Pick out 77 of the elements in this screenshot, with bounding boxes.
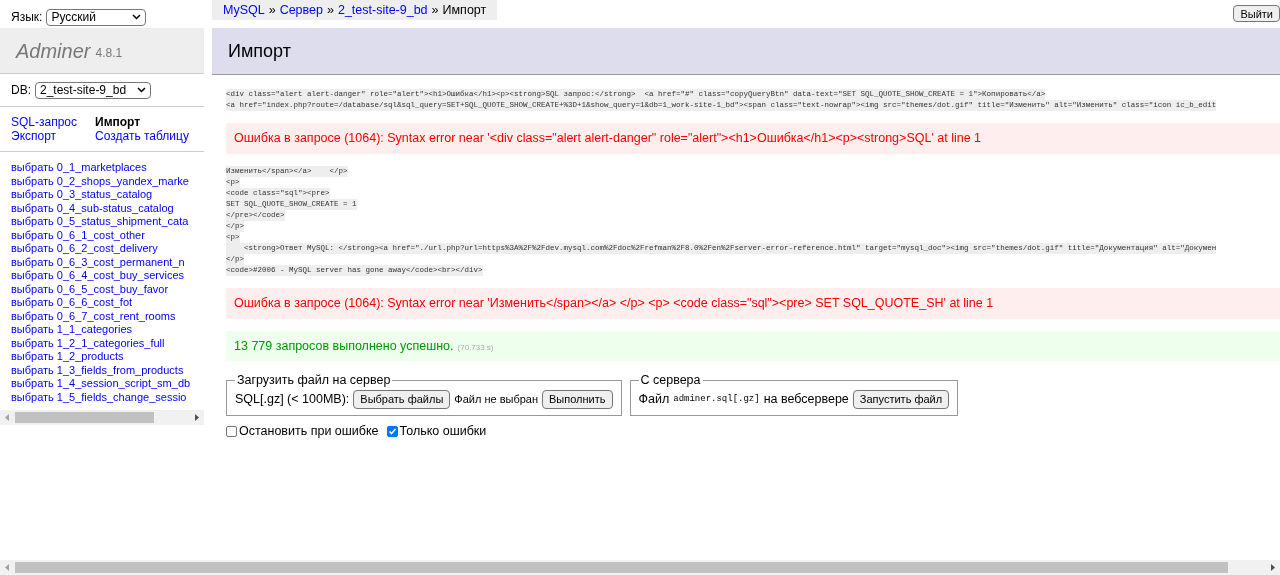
select-link[interactable]: выбрать [11, 309, 54, 323]
version-text: 4.8.1 [95, 44, 123, 62]
logout-button[interactable]: Выйти [1233, 5, 1280, 22]
table-link[interactable]: 0_5_status_shipment_cata [56, 215, 189, 229]
table-link[interactable]: 0_6_3_cost_permanent_n [56, 255, 185, 269]
table-link[interactable]: 0_6_1_cost_other [56, 228, 145, 242]
checkbox-label: Только ошибки [399, 423, 487, 440]
breadcrumb-separator: » [268, 1, 276, 19]
nav-link[interactable]: SQL-запрос [11, 115, 78, 129]
page-scrollbar[interactable] [0, 560, 1280, 575]
elapsed-time: (70.733 s) [457, 341, 494, 354]
sidebar-scrollbar[interactable] [0, 410, 204, 425]
nav-link[interactable]: Импорт [95, 115, 189, 129]
table-link[interactable]: 0_3_status_catalog [56, 188, 153, 202]
no-file-text: Файл не выбран [454, 392, 538, 408]
file-suffix-text: на вебсервере [763, 391, 849, 409]
table-link[interactable]: 0_6_4_cost_buy_services [56, 269, 185, 283]
table-link[interactable]: 0_6_5_cost_buy_favor [56, 282, 169, 296]
chevron-icon [132, 14, 142, 20]
nav-link[interactable]: Экспорт [11, 129, 78, 143]
db-label: DB: [11, 82, 31, 99]
select-link[interactable]: выбрать [11, 269, 54, 283]
table-link[interactable]: 1_5_fields_change_sessio [56, 390, 187, 404]
run-file-button[interactable]: Запустить файл [852, 390, 950, 409]
breadcrumb-link[interactable]: 2_test-site-9_bd [337, 0, 428, 20]
checkbox-label: Остановить при ошибке [239, 423, 379, 440]
breadcrumb-link[interactable]: MySQL [223, 0, 265, 20]
file-name: adminer.sql[.gz] [673, 392, 760, 406]
chevron-icon [137, 87, 146, 93]
error-message: Ошибка в запросе (1064): Syntax error near 'Изменить</span></a> </p> <p> <code class="sql"><pre> SET SQL_QUOTE_SH' at line 1 [226, 287, 1280, 319]
checkbox[interactable] [226, 425, 237, 437]
language-select[interactable]: Русский [46, 8, 147, 26]
select-link[interactable]: выбрать [11, 350, 54, 364]
select-link[interactable]: выбрать [11, 282, 54, 296]
checkbox[interactable] [386, 425, 398, 437]
table-link[interactable]: 1_2_1_categories_full [56, 336, 165, 350]
select-link[interactable]: выбрать [11, 323, 54, 337]
logo-text: Adminer [16, 38, 91, 64]
db-select[interactable]: 2_test-site-9_bd [35, 81, 151, 99]
select-link[interactable]: выбрать [11, 201, 54, 215]
select-link[interactable]: выбрать [11, 255, 54, 269]
table-link[interactable]: 1_3_fields_from_products [56, 363, 184, 377]
breadcrumb-current: Импорт [442, 1, 487, 19]
select-link[interactable]: выбрать [11, 174, 54, 188]
table-link[interactable]: 1_1_categories [56, 323, 133, 337]
success-message: 13 779 запросов выполнено успешно. [234, 337, 454, 355]
upload-legend: Загрузить файл на сервер [235, 371, 393, 390]
breadcrumb-link[interactable]: Сервер [279, 0, 323, 20]
table-link[interactable]: 0_6_2_cost_delivery [56, 242, 158, 256]
select-link[interactable]: выбрать [11, 161, 54, 175]
select-link[interactable]: выбрать [11, 215, 54, 229]
select-link[interactable]: выбрать [11, 377, 54, 391]
table-link[interactable]: 0_1_marketplaces [56, 161, 147, 175]
table-link[interactable]: 0_2_shops_yandex_marke [56, 174, 189, 188]
table-link[interactable]: 0_4_sub-status_catalog [56, 201, 174, 215]
breadcrumb-separator: » [327, 1, 334, 19]
select-link[interactable]: выбрать [11, 228, 54, 242]
language-label: Язык: [11, 9, 43, 26]
table-link[interactable]: 0_6_7_cost_rent_rooms [56, 309, 176, 323]
nav-link[interactable]: Создать таблицу [95, 129, 189, 143]
breadcrumb-separator: » [431, 1, 439, 19]
select-link[interactable]: выбрать [11, 336, 54, 350]
execute-button[interactable]: Выполнить [542, 390, 613, 409]
table-link[interactable]: 1_4_session_script_sm_db [56, 377, 191, 391]
select-link[interactable]: выбрать [11, 363, 54, 377]
server-legend: С сервера [638, 371, 703, 390]
select-link[interactable]: выбрать [11, 242, 54, 256]
select-link[interactable]: выбрать [11, 390, 54, 404]
page-title: Импорт [228, 39, 291, 63]
select-link[interactable]: выбрать [11, 188, 54, 202]
table-link[interactable]: 0_6_6_cost_fot [56, 296, 133, 310]
choose-files-button[interactable]: Выбрать файлы [353, 390, 451, 409]
file-label: SQL[.gz] (< 100MB): [235, 391, 350, 409]
table-link[interactable]: 1_2_products [56, 350, 124, 364]
select-link[interactable]: выбрать [11, 296, 54, 310]
file-prefix-text: Файл [638, 391, 670, 409]
error-message: Ошибка в запросе (1064): Syntax error near '<div class="alert alert-danger" role="alert"><h1>Ошибка</h1><p><strong>SQL' at line 1 [226, 123, 1280, 154]
